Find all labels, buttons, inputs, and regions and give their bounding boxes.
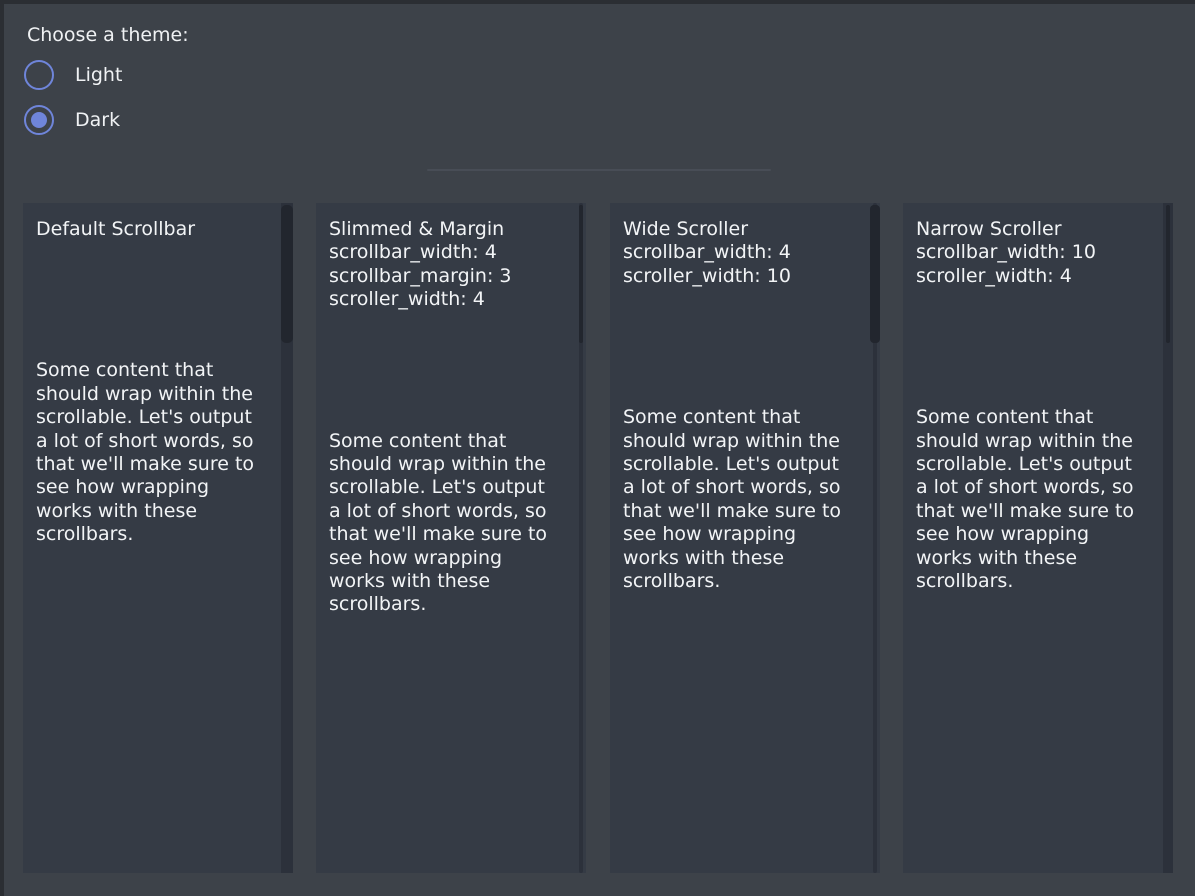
window-edge-top bbox=[0, 0, 1195, 4]
panel-spacer bbox=[329, 312, 586, 430]
radio-dot bbox=[31, 112, 47, 128]
scrollbar[interactable] bbox=[1163, 203, 1173, 873]
panel-title: Default Scrollbar bbox=[36, 218, 293, 241]
panel-title: Narrow Scroller bbox=[916, 218, 1173, 241]
panel-spacer bbox=[36, 241, 293, 359]
scrollbar-thumb[interactable] bbox=[579, 205, 583, 343]
scrollbar-thumb[interactable] bbox=[870, 205, 880, 343]
window-edge-left bbox=[0, 0, 4, 896]
panel-param: scrollbar_width: 4 bbox=[329, 241, 586, 264]
panel-body-text: Some content that should wrap within the… bbox=[623, 406, 855, 593]
panel-title: Slimmed & Margin bbox=[329, 218, 586, 241]
radio-label-light[interactable]: Light bbox=[75, 64, 122, 86]
scrollbar[interactable] bbox=[579, 203, 583, 873]
scrollbar-thumb[interactable] bbox=[1166, 205, 1170, 343]
panel-slimmed-margin[interactable]: Slimmed & Margin scrollbar_width: 4 scro… bbox=[316, 203, 586, 873]
panel-narrow-scroller[interactable]: Narrow Scroller scrollbar_width: 10 scro… bbox=[903, 203, 1173, 873]
panel-param: scroller_width: 4 bbox=[916, 265, 1173, 288]
radio-label-dark[interactable]: Dark bbox=[75, 109, 120, 131]
radio-icon[interactable] bbox=[24, 60, 54, 90]
scrollbar[interactable] bbox=[281, 203, 293, 873]
panel-spacer bbox=[623, 288, 880, 406]
panel-body-text: Some content that should wrap within the… bbox=[36, 359, 268, 546]
panel-wide-scroller[interactable]: Wide Scroller scrollbar_width: 4 scrolle… bbox=[610, 203, 880, 873]
panel-param: scrollbar_margin: 3 bbox=[329, 265, 586, 288]
panel-body-text: Some content that should wrap within the… bbox=[916, 406, 1148, 593]
radio-dot bbox=[31, 67, 47, 83]
panel-body-text: Some content that should wrap within the… bbox=[329, 430, 561, 617]
panel-title: Wide Scroller bbox=[623, 218, 880, 241]
panel-spacer bbox=[916, 288, 1173, 406]
app-background: Choose a theme: Light Dark Default Scrol… bbox=[0, 0, 1195, 896]
panel-param: scrollbar_width: 4 bbox=[623, 241, 880, 264]
radio-icon[interactable] bbox=[24, 105, 54, 135]
panel-param: scrollbar_width: 10 bbox=[916, 241, 1173, 264]
scrollbar[interactable] bbox=[870, 203, 880, 873]
radio-option-light[interactable]: Light bbox=[24, 60, 122, 90]
panel-default-scrollbar[interactable]: Default Scrollbar Some content that shou… bbox=[23, 203, 293, 873]
section-divider bbox=[427, 169, 771, 171]
panel-param: scroller_width: 4 bbox=[329, 288, 586, 311]
radio-option-dark[interactable]: Dark bbox=[24, 105, 120, 135]
panel-param: scroller_width: 10 bbox=[623, 265, 880, 288]
scrollbar-thumb[interactable] bbox=[281, 205, 293, 343]
theme-chooser-label: Choose a theme: bbox=[27, 24, 189, 47]
